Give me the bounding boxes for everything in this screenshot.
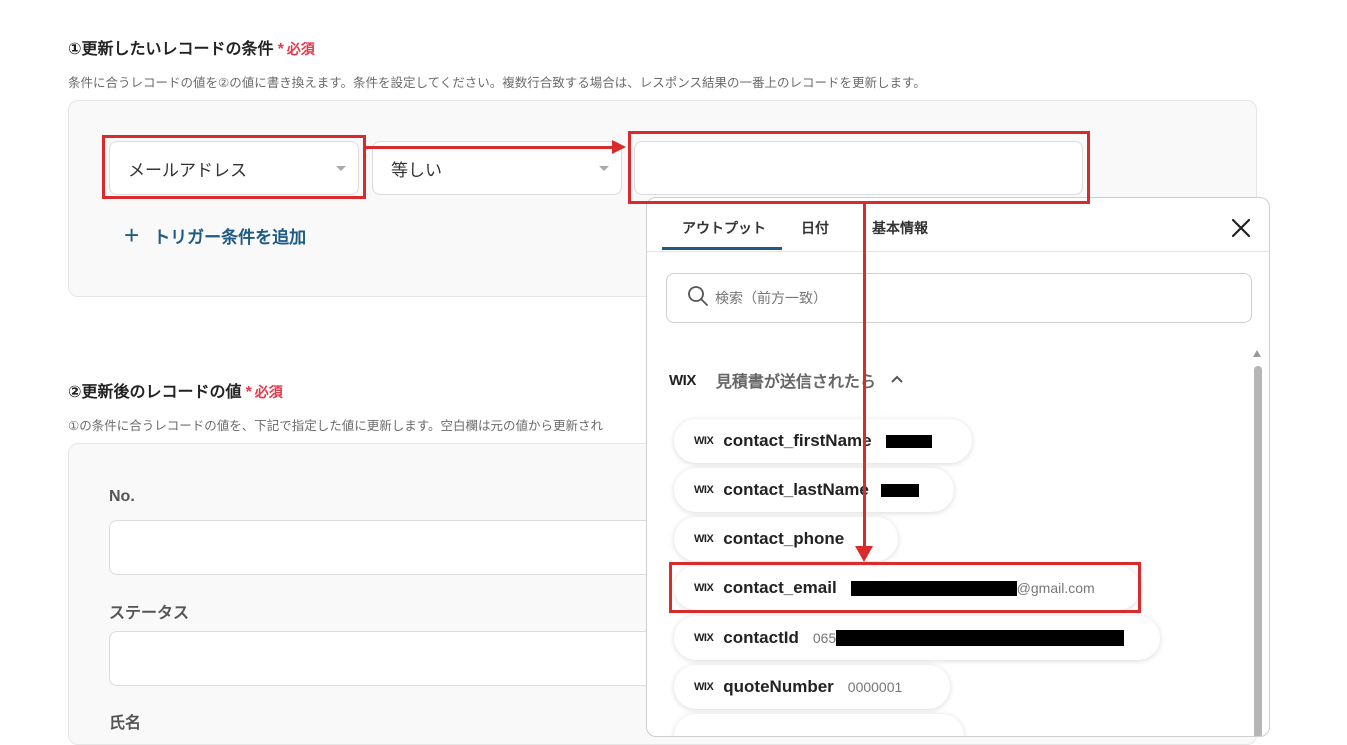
scrollbar-thumb[interactable] xyxy=(1254,366,1262,736)
item-name: contact_lastName xyxy=(723,480,869,499)
highlight-value-input xyxy=(628,131,1090,204)
field-label-no: No. xyxy=(109,488,135,505)
add-condition-label: トリガー条件を追加 xyxy=(153,227,307,247)
redacted-value xyxy=(885,434,932,448)
section2-title: ②更新後のレコードの値 xyxy=(68,384,242,401)
arrow-head-down-icon xyxy=(855,546,873,562)
scroll-up-arrow[interactable] xyxy=(1253,350,1261,357)
plus-icon: + xyxy=(124,220,140,250)
list-item[interactable]: WIX contact_firstName xyxy=(674,419,972,463)
active-tab-indicator xyxy=(662,247,782,250)
arrow-line-horizontal xyxy=(366,146,616,149)
tab-date[interactable]: 日付 xyxy=(801,218,829,238)
wix-logo: WIX xyxy=(694,484,714,496)
operator-select-value: 等しい xyxy=(391,160,442,180)
item-name: contact_phone xyxy=(723,529,845,548)
tab-basic-info[interactable]: 基本情報 xyxy=(872,218,928,238)
section2-description: ①の条件に合うレコードの値を、下記で指定した値に更新します。空白欄は元の値から更… xyxy=(68,419,603,433)
wix-logo: WIX xyxy=(669,371,696,389)
arrow-line-vertical xyxy=(863,204,866,548)
group-title: 見積書が送信されたら xyxy=(715,374,876,391)
close-icon[interactable] xyxy=(1229,216,1253,240)
output-popup: アウトプット 日付 基本情報 検索（前方一致） WIX 見積書が送信されたら W… xyxy=(646,197,1270,737)
required-mark: * xyxy=(245,384,252,401)
field-label-name: 氏名 xyxy=(109,715,142,732)
operator-select[interactable]: 等しい xyxy=(372,141,622,195)
redacted-value xyxy=(880,483,919,497)
item-value: 0000001 xyxy=(847,679,903,695)
search-icon xyxy=(687,285,709,312)
section2-heading: ②更新後のレコードの値 * 必須 xyxy=(68,378,283,402)
highlight-contact-email xyxy=(669,562,1141,613)
section1-heading: ①更新したいレコードの条件 * 必須 xyxy=(68,35,315,59)
field-input-no[interactable] xyxy=(109,520,669,575)
item-name: quoteNumber xyxy=(723,677,834,696)
tab-divider xyxy=(647,251,1269,252)
chevron-down-icon xyxy=(599,166,609,171)
item-value: 065 xyxy=(812,630,837,646)
item-name: contact_firstName xyxy=(723,431,872,450)
search-placeholder: 検索（前方一致） xyxy=(715,290,827,306)
section1-title: ①更新したいレコードの条件 xyxy=(68,41,274,58)
add-condition-button[interactable]: + トリガー条件を追加 xyxy=(124,222,306,248)
wix-logo: WIX xyxy=(694,632,714,644)
chevron-up-icon xyxy=(890,371,904,389)
wix-logo: WIX xyxy=(694,681,714,693)
redacted-value xyxy=(836,630,1125,646)
list-item[interactable]: WIX quoteNumber 0000001 xyxy=(674,665,950,709)
search-input[interactable]: 検索（前方一致） xyxy=(666,273,1252,323)
item-name: contactId xyxy=(723,628,799,647)
field-input-status[interactable] xyxy=(109,631,669,686)
wix-logo: WIX xyxy=(694,533,714,545)
group-header[interactable]: WIX 見積書が送信されたら xyxy=(669,368,904,392)
arrow-head-right-icon xyxy=(612,140,626,154)
required-label: 必須 xyxy=(286,41,315,57)
list-item[interactable] xyxy=(674,714,964,736)
tab-output[interactable]: アウトプット xyxy=(682,218,766,238)
wix-logo: WIX xyxy=(694,435,714,447)
section1-description: 条件に合うレコードの値を②の値に書き換えます。条件を設定してください。複数行合致… xyxy=(68,76,926,90)
list-item[interactable]: WIX contactId 065 xyxy=(674,616,1160,660)
required-label: 必須 xyxy=(254,384,283,400)
required-mark: * xyxy=(277,41,284,58)
highlight-field-select xyxy=(102,135,366,199)
field-label-status: ステータス xyxy=(109,605,190,622)
list-item[interactable]: WIX contact_lastName xyxy=(674,468,954,512)
